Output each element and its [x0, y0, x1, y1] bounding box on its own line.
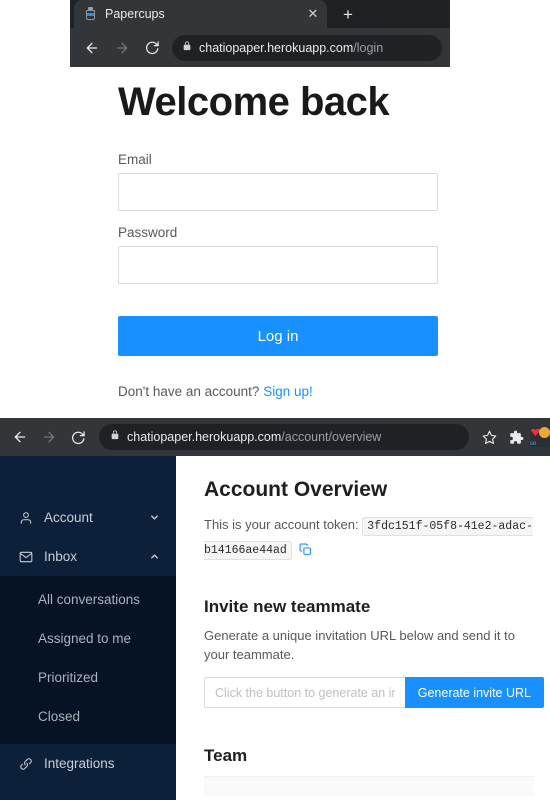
page-title: Account Overview	[204, 478, 388, 501]
url-domain: chatiopaper.herokuapp.com	[199, 40, 354, 55]
new-tab-button[interactable]: +	[335, 3, 361, 27]
screenshot-root: Welcome back Email Password Log in Don't…	[0, 0, 550, 800]
sidebar-item-prioritized[interactable]: Prioritized	[0, 658, 176, 697]
reload-icon[interactable]	[138, 34, 166, 62]
sidebar-item-integrations[interactable]: Integrations	[0, 744, 176, 783]
team-heading: Team	[204, 746, 248, 765]
token-intro-text: This is your account token:	[204, 517, 359, 532]
browser-toolbar-top: chatiopaper.herokuapp.com/login	[70, 28, 450, 67]
puzzle-piece-icon[interactable]	[503, 424, 529, 450]
chevron-down-icon[interactable]	[149, 512, 160, 523]
forward-icon	[35, 423, 63, 451]
forward-icon	[108, 34, 136, 62]
email-label: Email	[118, 152, 152, 167]
chevron-up-icon[interactable]	[149, 551, 160, 562]
password-input[interactable]	[118, 246, 438, 284]
invite-heading: Invite new teammate	[204, 597, 371, 616]
email-field-group: Email	[118, 152, 438, 211]
login-button[interactable]: Log in	[118, 316, 438, 356]
back-icon[interactable]	[78, 34, 106, 62]
back-icon[interactable]	[6, 423, 34, 451]
invite-url-row: Generate invite URL	[204, 677, 544, 708]
signup-link[interactable]: Sign up!	[263, 384, 313, 399]
sidebar-item-inbox[interactable]: Inbox	[0, 537, 176, 576]
sidebar-top-spacer	[0, 456, 176, 498]
invite-description: Generate a unique invitation URL below a…	[204, 628, 515, 662]
extension-avatar-icon[interactable]: so	[530, 427, 550, 447]
close-icon[interactable]: ✕	[305, 6, 321, 22]
signup-prompt-text: Don't have an account?	[118, 384, 264, 399]
sidebar-item-assigned-to-me[interactable]: Assigned to me	[0, 619, 176, 658]
url-text: chatiopaper.herokuapp.com/login	[199, 41, 383, 55]
url-text: chatiopaper.herokuapp.com/account/overvi…	[127, 430, 381, 444]
api-plug-icon	[18, 756, 33, 771]
tab-title: Papercups	[105, 7, 165, 21]
address-bar-bottom[interactable]: chatiopaper.herokuapp.com/account/overvi…	[99, 424, 469, 450]
sidebar: Account Inbox All conversations Assigned…	[0, 456, 176, 800]
browser-window-top: Papercups ✕ + chatiopaper.herokuapp.com/…	[70, 0, 450, 67]
address-bar-top[interactable]: chatiopaper.herokuapp.com/login	[172, 34, 442, 61]
signup-row: Don't have an account? Sign up!	[118, 384, 438, 399]
tab-strip: Papercups ✕ +	[70, 0, 450, 28]
papercup-icon	[84, 7, 97, 21]
sidebar-item-closed[interactable]: Closed	[0, 697, 176, 736]
url-path: /account/overview	[281, 430, 382, 444]
email-input[interactable]	[118, 173, 438, 211]
team-table-header	[204, 776, 534, 796]
account-overview-content: Account Overview This is your account to…	[176, 456, 550, 800]
generate-invite-url-button[interactable]: Generate invite URL	[404, 677, 544, 708]
url-path: /login	[353, 40, 384, 55]
sidebar-item-label: Integrations	[44, 756, 115, 771]
inbox-submenu: All conversations Assigned to me Priorit…	[0, 576, 176, 744]
page-title: Welcome back	[118, 80, 390, 124]
copy-icon[interactable]	[299, 541, 312, 563]
password-label: Password	[118, 225, 178, 240]
lock-icon	[110, 428, 120, 446]
account-token-row: This is your account token: 3fdc151f-05f…	[204, 514, 550, 563]
password-field-group: Password	[118, 225, 438, 284]
browser-toolbar-bottom: chatiopaper.herokuapp.com/account/overvi…	[0, 418, 550, 456]
browser-window-bottom: chatiopaper.herokuapp.com/account/overvi…	[0, 418, 550, 800]
star-icon[interactable]	[476, 424, 502, 450]
envelope-icon	[18, 549, 33, 564]
invite-url-input[interactable]	[204, 677, 405, 708]
lock-icon	[182, 39, 192, 57]
sidebar-item-label: Inbox	[44, 549, 78, 564]
sidebar-item-account[interactable]: Account	[0, 498, 176, 537]
app-body: Account Inbox All conversations Assigned…	[0, 456, 550, 800]
url-domain: chatiopaper.herokuapp.com	[127, 430, 282, 444]
user-icon	[18, 510, 33, 525]
browser-tab-papercups[interactable]: Papercups ✕	[74, 0, 327, 28]
sidebar-item-all-conversations[interactable]: All conversations	[0, 580, 176, 619]
reload-icon[interactable]	[64, 423, 92, 451]
sidebar-item-label: Account	[44, 510, 93, 525]
login-form: Welcome back Email Password Log in Don't…	[118, 80, 438, 399]
